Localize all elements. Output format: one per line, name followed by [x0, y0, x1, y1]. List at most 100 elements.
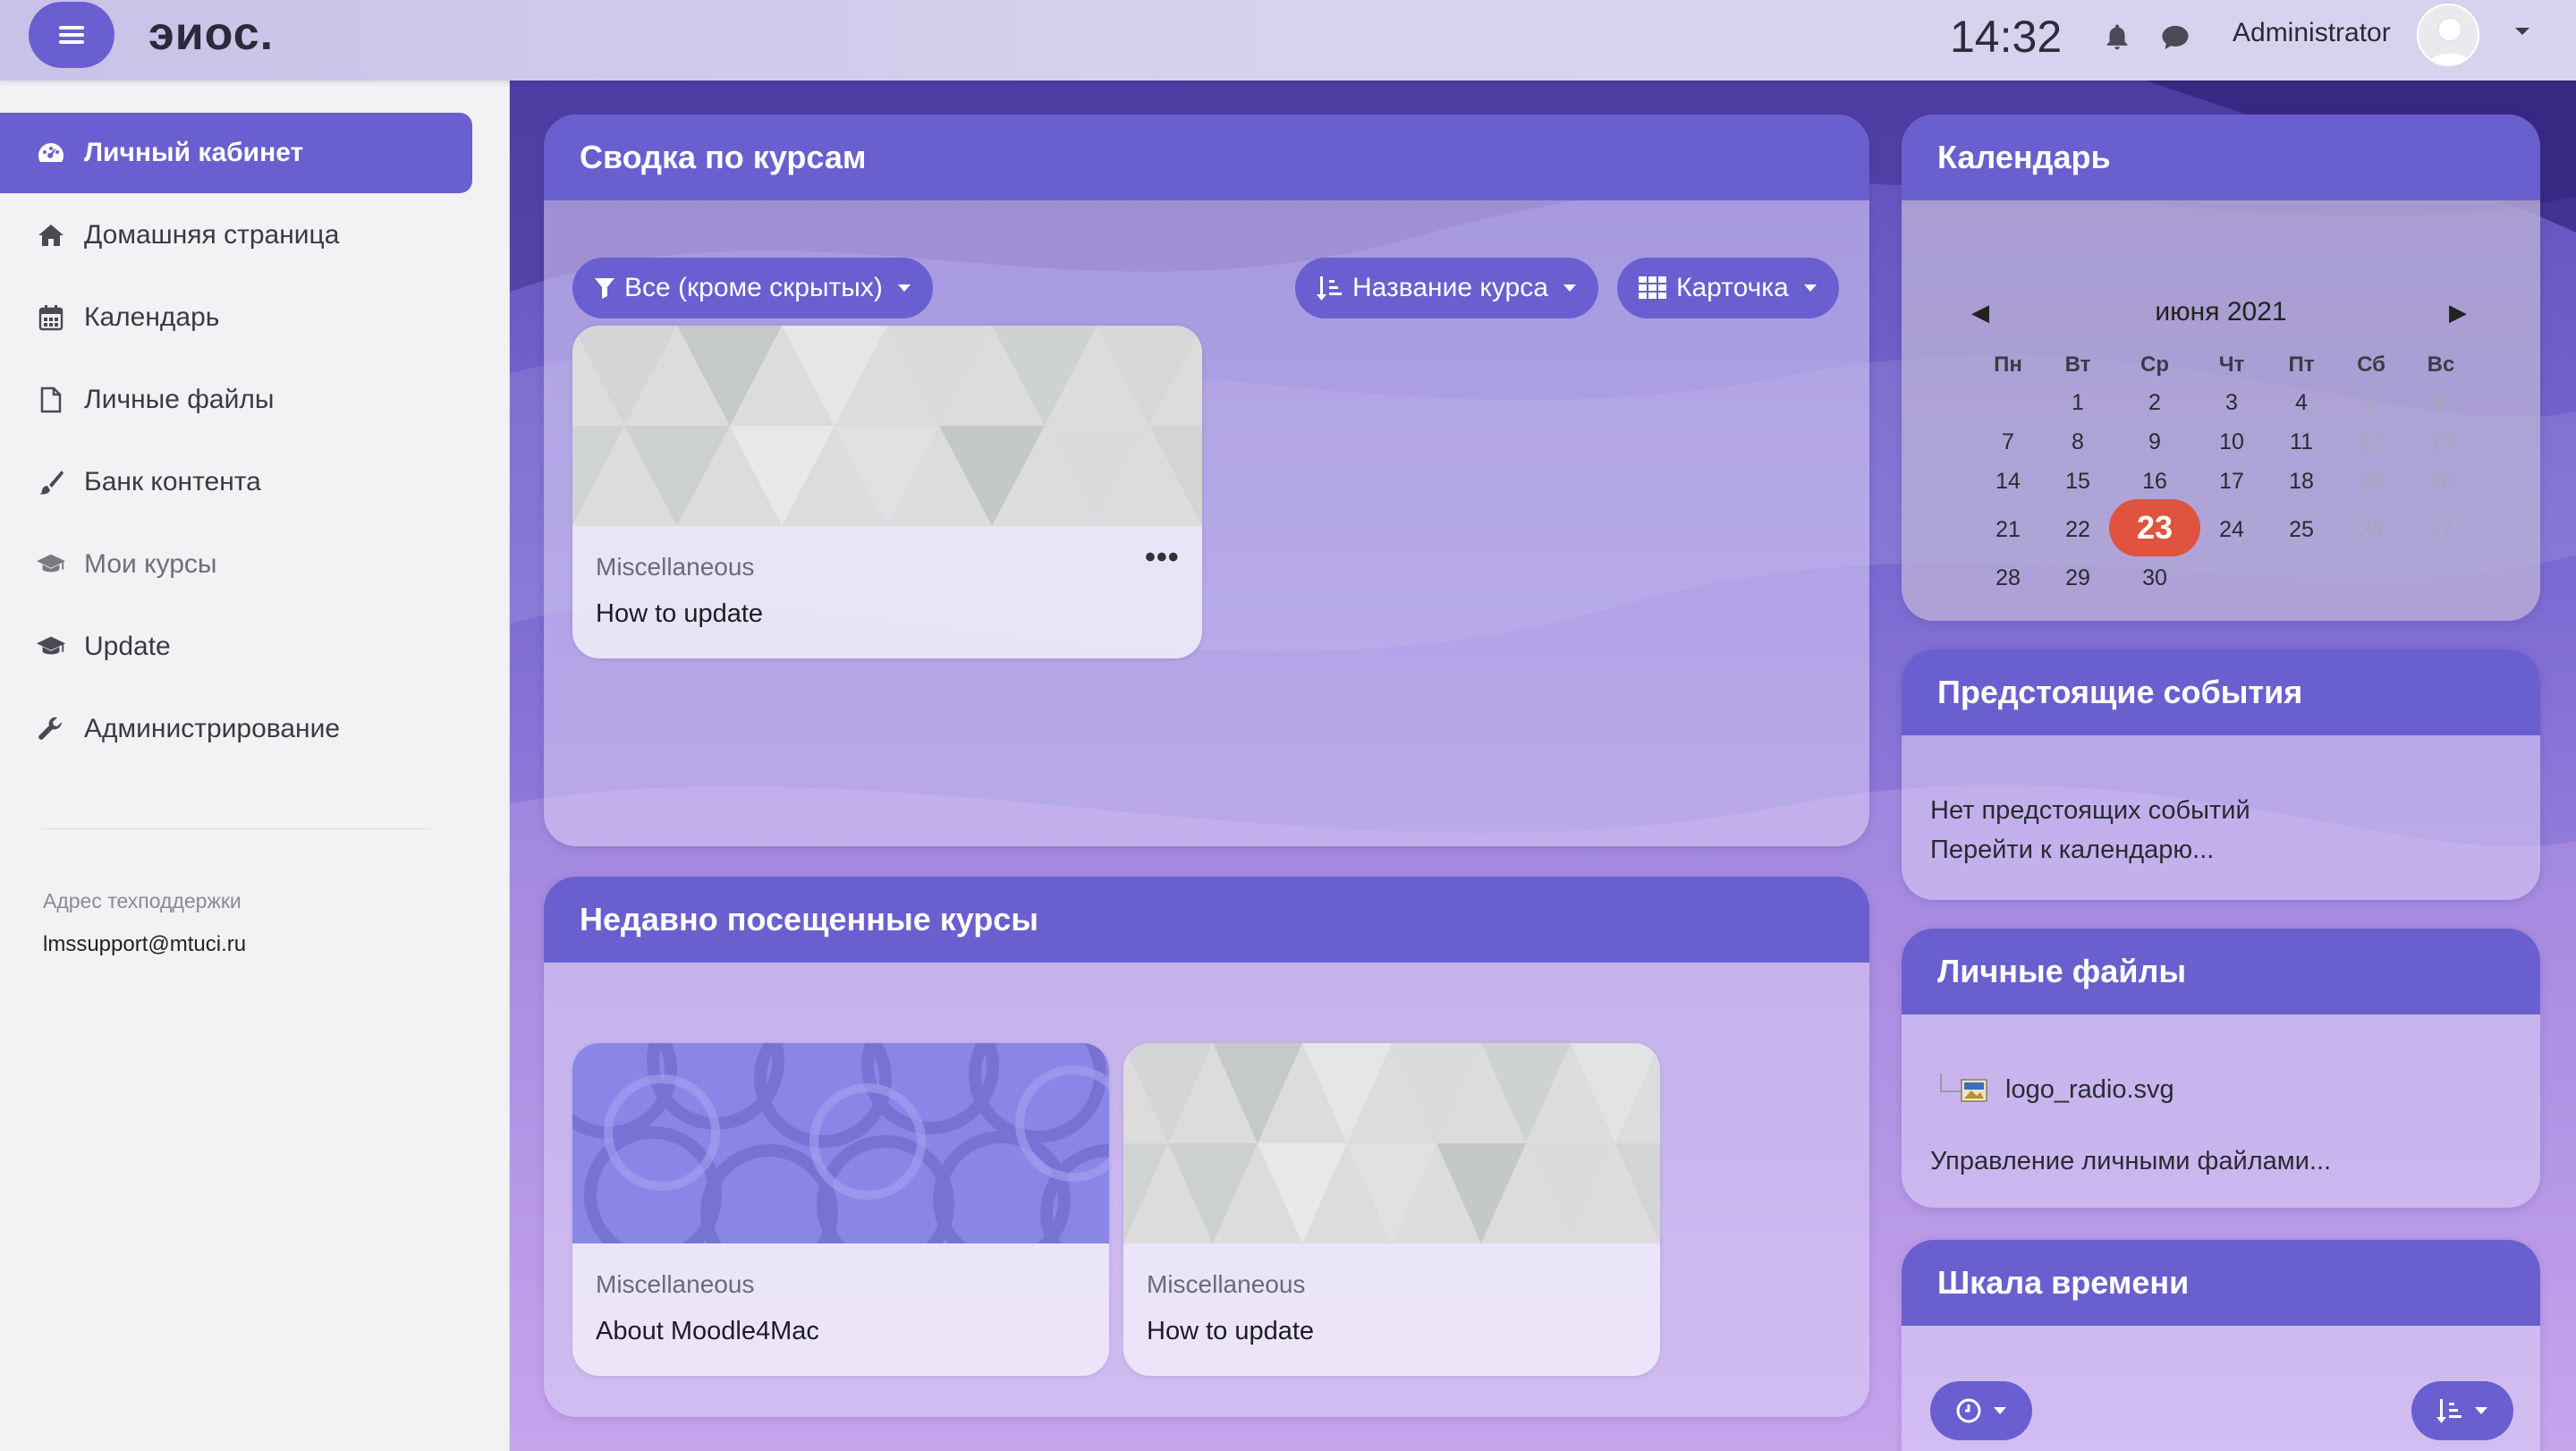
caret-down-icon[interactable]: [2513, 25, 2531, 38]
calendar-day[interactable]: 27: [2410, 517, 2472, 543]
calendar-day[interactable]: 20: [2410, 469, 2472, 495]
chat-icon[interactable]: [2159, 23, 2191, 52]
sidebar-item-my-courses[interactable]: Мои курсы: [0, 524, 472, 605]
course-actions-menu[interactable]: •••: [1145, 540, 1180, 575]
user-avatar-icon[interactable]: [2417, 4, 2479, 66]
image-file-icon: [1961, 1079, 1987, 1102]
calendar-day[interactable]: 6: [2410, 390, 2472, 416]
view-dropdown[interactable]: Карточка: [1617, 258, 1839, 318]
clock-icon: [1956, 1398, 1981, 1423]
sort-label: Название курса: [1352, 273, 1548, 302]
sidebar-item-label: Домашняя страница: [84, 220, 340, 250]
calendar-day[interactable]: 3: [2200, 390, 2263, 416]
calendar-day[interactable]: 5: [2340, 390, 2402, 416]
calendar-day[interactable]: 28: [1977, 565, 2039, 591]
sidebar-item-label: Календарь: [84, 302, 220, 332]
calendar-day[interactable]: 13: [2410, 429, 2472, 455]
support-email[interactable]: lmssupport@mtuci.ru: [43, 932, 246, 957]
upcoming-events-card: Предстоящие события Нет предстоящих собы…: [1902, 649, 2540, 900]
sidebar-item-content-bank[interactable]: Банк контента: [0, 442, 472, 522]
sidebar-item-label: Мои курсы: [84, 549, 217, 579]
calendar-next-icon[interactable]: ▶: [2449, 299, 2467, 327]
bell-icon[interactable]: [2102, 21, 2132, 52]
course-card[interactable]: Miscellaneous How to update: [1123, 1043, 1660, 1376]
calendar-day[interactable]: 25: [2270, 517, 2333, 543]
sidebar-item-label: Банк контента: [84, 467, 261, 496]
calendar-day[interactable]: 1: [2046, 390, 2109, 416]
calendar-icon: [36, 302, 66, 333]
caret-down-icon: [2475, 1407, 2487, 1414]
private-files-title: Личные файлы: [1902, 929, 2540, 1014]
course-image: [1123, 1043, 1660, 1243]
recent-courses-card: Недавно посещенные курсы Miscellaneous A…: [544, 877, 1869, 1417]
timeline-card: Шкала времени: [1902, 1240, 2540, 1451]
sidebar-item-calendar[interactable]: Календарь: [0, 277, 472, 358]
calendar-day[interactable]: 15: [2046, 469, 2109, 495]
calendar-day[interactable]: 18: [2270, 469, 2333, 495]
menu-toggle-button[interactable]: [29, 2, 114, 68]
calendar-today[interactable]: 23: [2109, 499, 2200, 556]
calendar-weekday: Пт: [2288, 352, 2315, 377]
sidebar-item-administration[interactable]: Администрирование: [0, 689, 472, 769]
calendar-day[interactable]: 10: [2200, 429, 2263, 455]
sidebar-item-private-files[interactable]: Личные файлы: [0, 360, 472, 440]
sidebar-divider: [43, 828, 428, 829]
sort-icon: [1317, 275, 1343, 301]
calendar-weekday: Чт: [2218, 352, 2245, 377]
manage-files-link[interactable]: Управление личными файлами...: [1930, 1147, 2331, 1176]
calendar-day[interactable]: 14: [1977, 469, 2039, 495]
calendar-day[interactable]: 29: [2046, 565, 2109, 591]
course-name[interactable]: How to update: [1147, 1317, 1314, 1346]
sidebar-item-label: Личный кабинет: [84, 138, 304, 167]
sidebar-item-label: Update: [84, 632, 171, 661]
timeline-filter-button[interactable]: [1930, 1381, 2032, 1440]
file-icon: [36, 385, 66, 415]
brush-icon: [36, 467, 66, 497]
course-image: [572, 1043, 1109, 1243]
upcoming-events-title: Предстоящие события: [1902, 649, 2540, 735]
calendar-day[interactable]: 30: [2123, 565, 2186, 591]
sidebar-item-label: Личные файлы: [84, 385, 275, 414]
calendar-day[interactable]: 4: [2270, 390, 2333, 416]
support-label: Адрес техподдержки: [43, 889, 242, 912]
calendar-day[interactable]: 9: [2123, 429, 2186, 455]
sidebar-item-dashboard[interactable]: Личный кабинет: [0, 113, 472, 193]
course-name[interactable]: How to update: [596, 599, 763, 629]
course-name[interactable]: About Moodle4Mac: [596, 1317, 819, 1346]
course-card[interactable]: Miscellaneous About Moodle4Mac: [572, 1043, 1109, 1376]
graduation-cap-icon: [36, 549, 66, 580]
calendar-day[interactable]: 17: [2200, 469, 2263, 495]
caret-down-icon: [1994, 1407, 2006, 1414]
calendar-day[interactable]: 7: [1977, 429, 2039, 455]
site-logo[interactable]: эиос.: [148, 7, 274, 61]
calendar-day[interactable]: 19: [2340, 469, 2402, 495]
timeline-sort-button[interactable]: [2411, 1381, 2513, 1440]
calendar-month: июня 2021: [2155, 297, 2287, 327]
calendar-day[interactable]: 2: [2123, 390, 2186, 416]
grid-icon: [1639, 276, 1667, 300]
view-label: Карточка: [1676, 273, 1789, 302]
course-category: Miscellaneous: [596, 1270, 755, 1298]
calendar-day[interactable]: 12: [2340, 429, 2402, 455]
sidebar-item-update[interactable]: Update: [0, 607, 472, 687]
calendar-day[interactable]: 11: [2270, 429, 2333, 455]
calendar-day[interactable]: 22: [2046, 517, 2109, 543]
course-overview-card: Сводка по курсам Все (кроме скрытых) Наз…: [544, 115, 1869, 846]
go-to-calendar-link[interactable]: Перейти к календарю...: [1930, 836, 2214, 865]
calendar-day[interactable]: 21: [1977, 517, 2039, 543]
user-name[interactable]: Administrator: [2233, 18, 2391, 48]
calendar-day[interactable]: 24: [2200, 517, 2263, 543]
calendar-card: Календарь ◀ июня 2021 ▶ Пн Вт Ср Чт Пт Сб Вс 1 2…: [1902, 115, 2540, 621]
calendar-day[interactable]: 8: [2046, 429, 2109, 455]
calendar-day[interactable]: 16: [2123, 469, 2186, 495]
file-name[interactable]: logo_radio.svg: [2005, 1075, 2174, 1105]
calendar-day[interactable]: 26: [2340, 517, 2402, 543]
caret-down-icon: [897, 284, 911, 292]
sidebar-item-home[interactable]: Домашняя страница: [0, 195, 472, 276]
filter-dropdown[interactable]: Все (кроме скрытых): [572, 258, 933, 318]
sort-dropdown[interactable]: Название курса: [1295, 258, 1598, 318]
course-card[interactable]: Miscellaneous How to update •••: [572, 326, 1202, 658]
clock: 14:32: [1950, 12, 2063, 62]
private-files-card: Личные файлы logo_radio.svg Управление л…: [1902, 929, 2540, 1208]
menu-icon: [59, 26, 84, 44]
